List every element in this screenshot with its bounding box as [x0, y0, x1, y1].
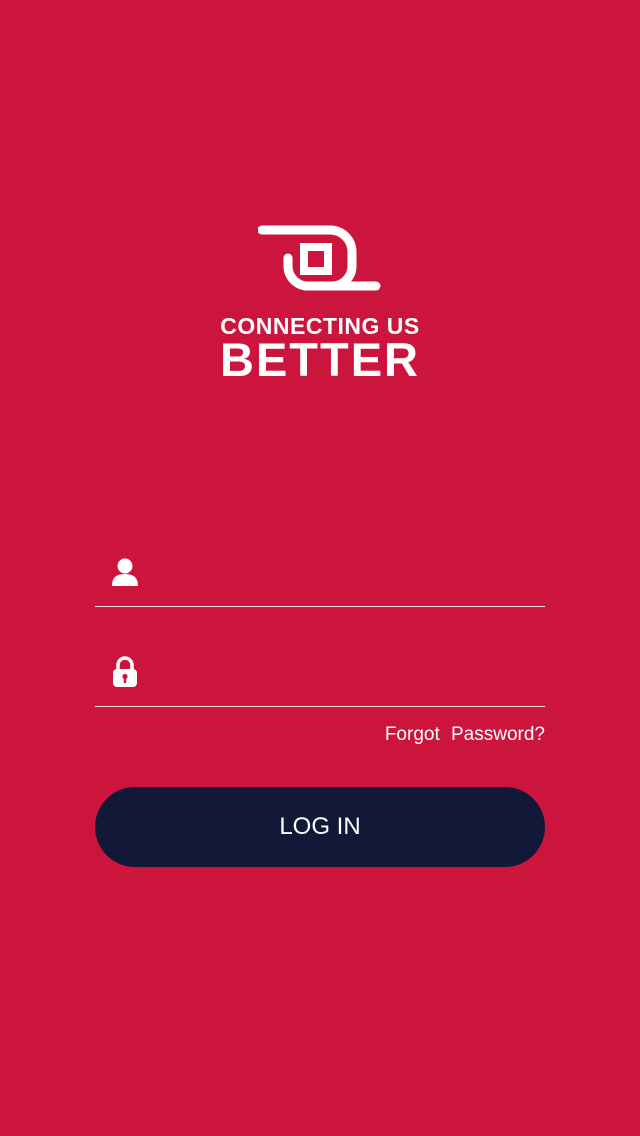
password-field[interactable] [95, 637, 545, 707]
password-input[interactable] [158, 646, 545, 697]
username-input[interactable] [158, 546, 545, 597]
username-field[interactable] [95, 537, 545, 607]
lock-icon [110, 655, 140, 689]
forgot-password-link[interactable]: Forgot Password? [385, 724, 545, 746]
at-sign-logo-icon [258, 225, 381, 291]
user-icon [110, 555, 140, 589]
login-button[interactable]: LOG IN [95, 787, 545, 867]
app-logo: CONNECTING US BETTER [0, 222, 640, 384]
logo-tagline-bottom: BETTER [220, 333, 420, 386]
